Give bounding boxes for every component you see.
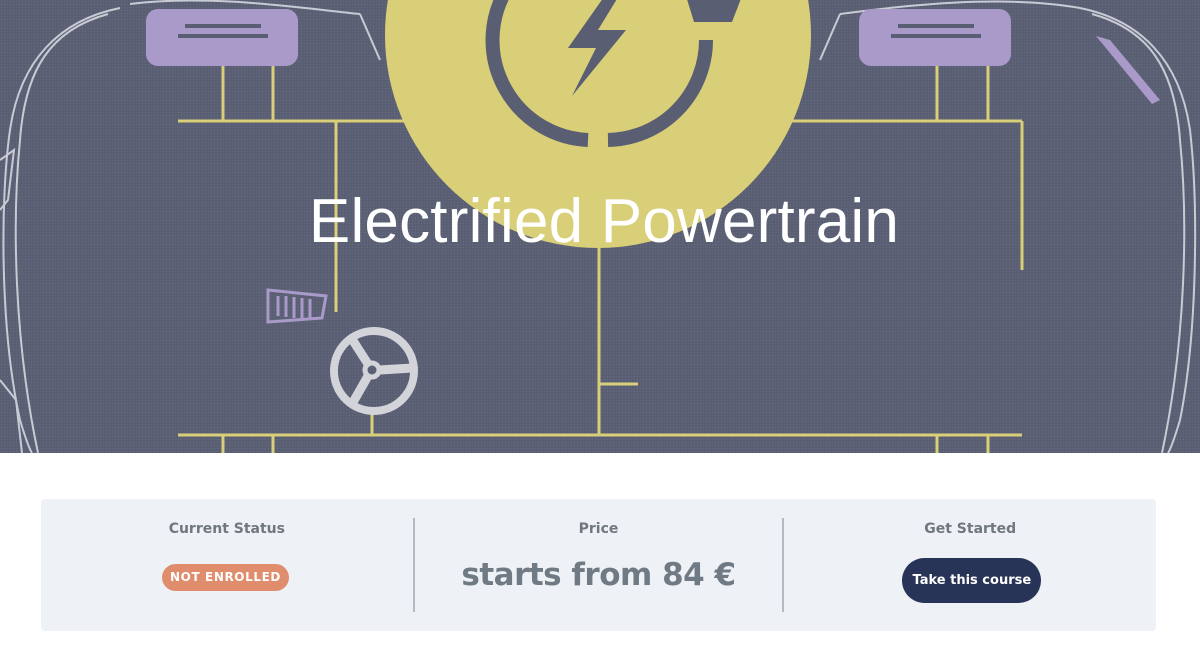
price-value: starts from 84 € [461, 557, 736, 593]
course-hero-banner: Electrified Powertrain [0, 0, 1200, 453]
status-label: Current Status [168, 521, 285, 537]
enrollment-status-badge: NOT ENROLLED [162, 564, 289, 591]
take-course-button[interactable]: Take this course [902, 558, 1042, 603]
course-info-bar: Current Status NOT ENROLLED Price starts… [41, 499, 1156, 631]
get-started-label: Get Started [924, 521, 1017, 537]
course-title: Electrified Powertrain [308, 187, 900, 256]
price-label: Price [578, 521, 619, 537]
price-section: Price starts from 84 € [412, 499, 785, 631]
status-section: Current Status NOT ENROLLED [41, 499, 413, 631]
get-started-section: Get Started Take this course [784, 499, 1156, 631]
